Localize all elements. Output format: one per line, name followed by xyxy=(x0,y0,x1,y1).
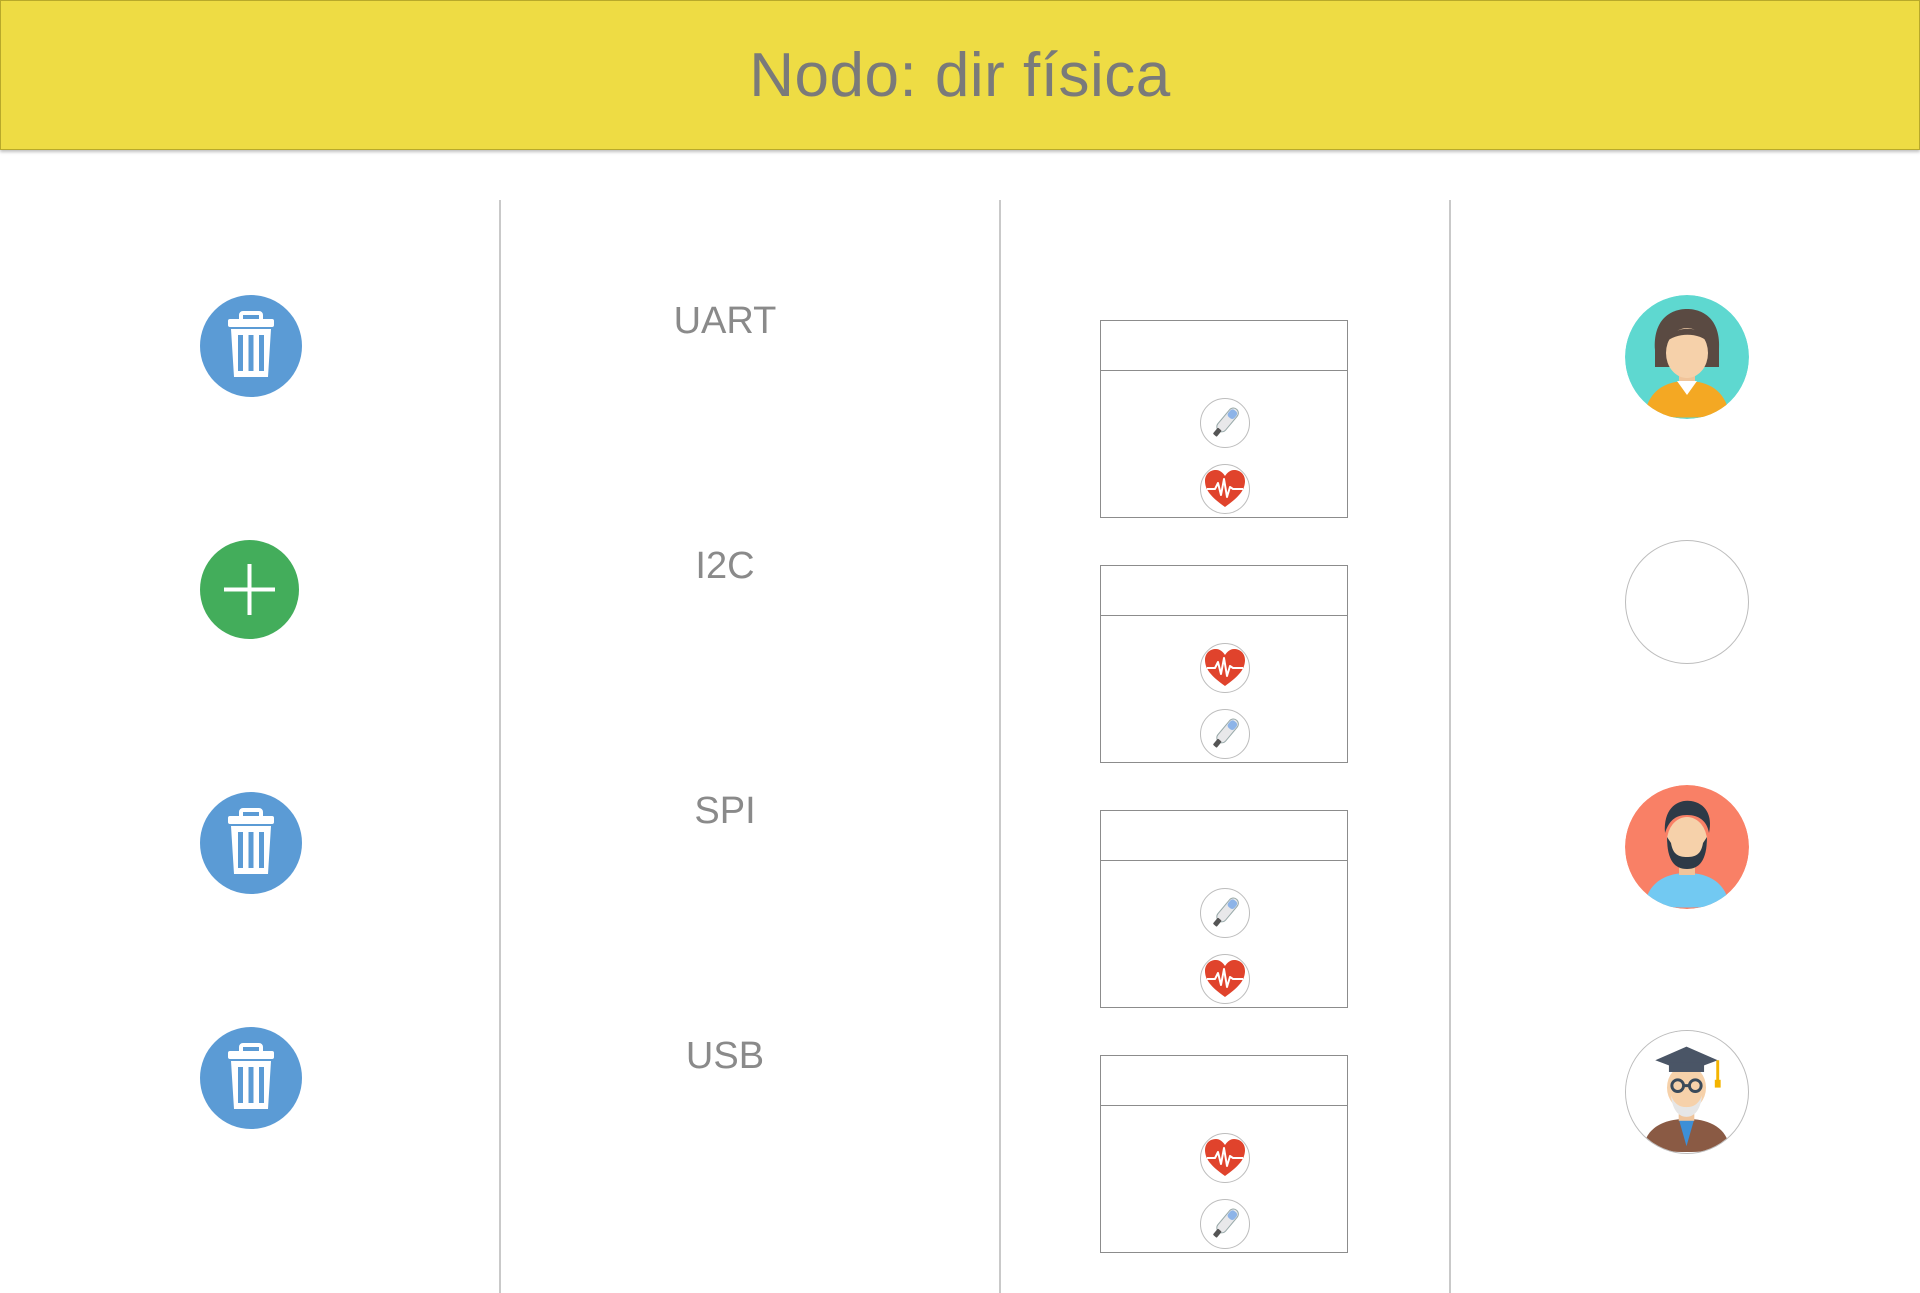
delete-button[interactable] xyxy=(200,1027,302,1129)
sensor-list xyxy=(1100,320,1348,518)
page-title: Nodo: dir física xyxy=(749,40,1171,110)
trash-icon xyxy=(228,311,274,377)
interface-label: UART xyxy=(673,300,777,342)
heart-rate-icon[interactable] xyxy=(1200,954,1250,1004)
thermometer-icon[interactable] xyxy=(1200,888,1250,938)
thermometer-icon[interactable] xyxy=(1200,709,1250,759)
trash-icon xyxy=(228,1043,274,1109)
trash-icon xyxy=(228,808,274,874)
thermometer-icon[interactable] xyxy=(1200,1199,1250,1249)
heart-rate-icon[interactable] xyxy=(1200,1133,1250,1183)
sensor-list xyxy=(1100,1055,1348,1253)
list-item: USB xyxy=(0,1005,1920,1253)
add-button[interactable] xyxy=(200,540,299,639)
delete-button[interactable] xyxy=(200,295,302,397)
heart-rate-icon[interactable] xyxy=(1200,643,1250,693)
sensor-list-header xyxy=(1101,1056,1347,1106)
list-item: SPI xyxy=(0,760,1920,1008)
sensor-list-header xyxy=(1101,811,1347,861)
list-item: I2C xyxy=(0,515,1920,763)
plus-icon xyxy=(224,564,275,615)
interface-label: USB xyxy=(685,1035,765,1077)
list-item: UART xyxy=(0,270,1920,518)
sensor-list-header xyxy=(1101,566,1347,616)
woman-avatar-icon[interactable] xyxy=(1625,295,1749,419)
sensor-list xyxy=(1100,810,1348,1008)
heart-rate-icon[interactable] xyxy=(1200,464,1250,514)
delete-button[interactable] xyxy=(200,792,302,894)
interface-label: I2C xyxy=(695,545,755,587)
professor-avatar-icon[interactable] xyxy=(1625,1030,1749,1154)
empty-avatar[interactable] xyxy=(1625,540,1749,664)
header-bar: Nodo: dir física xyxy=(0,0,1920,150)
sensor-list-header xyxy=(1101,321,1347,371)
sensor-list xyxy=(1100,565,1348,763)
interface-label: SPI xyxy=(694,790,756,832)
thermometer-icon[interactable] xyxy=(1200,398,1250,448)
bearded-man-avatar-icon[interactable] xyxy=(1625,785,1749,909)
